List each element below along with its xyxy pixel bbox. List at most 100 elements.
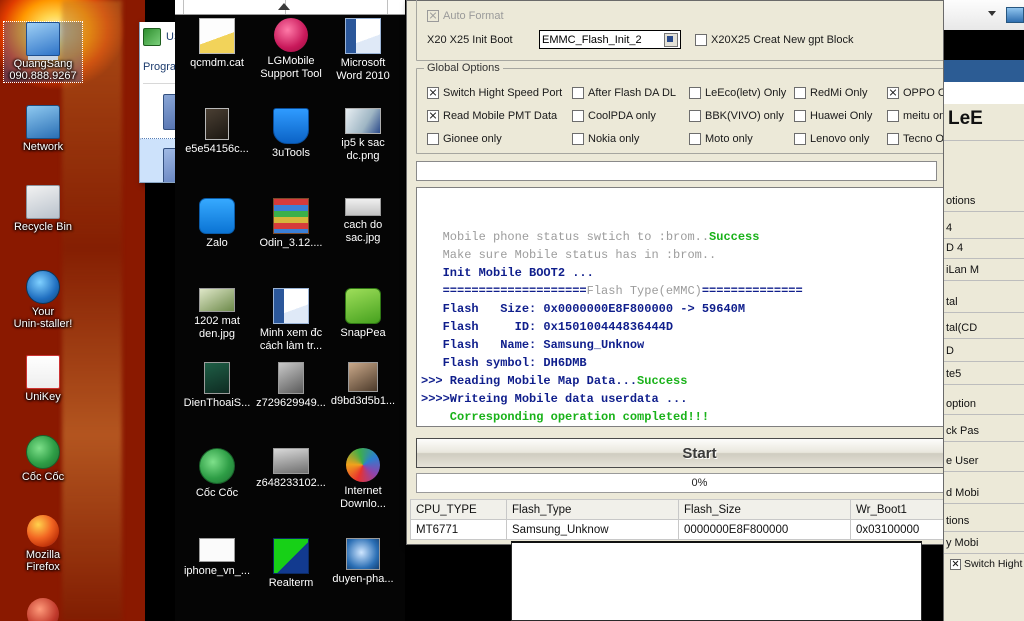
folder-icon-idm-icon[interactable]: Internet Downlo... [327,448,399,510]
global-option-label: CoolPDA only [588,110,656,122]
checkbox-box [794,87,806,99]
right-window-fragment: e User [946,455,979,467]
global-option-checkbox[interactable]: BBK(VIVO) only [689,110,784,122]
desktop-icon-recycle-bin-icon[interactable]: Recycle Bin [4,185,82,233]
table-column-header[interactable]: Flash_Type [506,499,679,520]
right-divider [944,471,1024,472]
folder-icon-teamviewer-icon[interactable]: TeamViewer 12 [401,538,405,602]
folder-icon-image-thumb-street-icon[interactable]: z648233102... [255,448,327,490]
folder-icon-winrar-archive-icon[interactable]: Odin_3.12.... [255,198,327,250]
global-option-label: Moto only [705,133,753,145]
folder-icon-label: iphone_vn_... [183,565,251,577]
global-option-checkbox[interactable]: CoolPDA only [572,110,656,122]
folder-icon-image-thumb-green-icon[interactable]: 1202 mat den.jpg [181,288,253,340]
desktop-icon-coccoc-icon[interactable]: Cốc Cốc [4,435,82,483]
folder-icon-catalog-file-icon[interactable]: qcmdm.cat [181,18,253,70]
desktop-icon-uninstaller-icon[interactable]: Your Unin-staller! [4,270,82,330]
switch-hight-label: Switch Hight [964,558,1023,570]
folder-icon-label: z648233102... [256,477,326,489]
uninstaller-icon [26,270,60,304]
toolbar-blue-icon[interactable] [1006,7,1024,23]
folder-icon-snappea-icon[interactable]: SnapPea [327,288,399,340]
lg-icon [274,18,308,52]
checkbox-box [689,87,701,99]
folder-icon-image-thumb-white-icon[interactable]: iphone_vn_... [181,538,253,578]
global-option-checkbox[interactable]: Switch Hight Speed Port [427,87,562,99]
global-option-label: Gionee only [443,133,502,145]
folder-icon-label: Realterm [268,577,314,589]
right-window-title: LeE [948,108,983,129]
init-boot-field[interactable]: EMMC_Flash_Init_2 [539,30,681,49]
desktop-icon-firefox-icon[interactable]: Mozilla Firefox [4,515,82,573]
folder-icon-word-doc-icon[interactable]: Minh xem đc cách làm tr... [255,288,327,352]
folder-icon-zalo-icon[interactable]: Zalo [181,198,253,250]
global-option-checkbox[interactable]: Lenovo only [794,133,869,145]
log-console[interactable]: Mobile phone status swtich to :brom..Suc… [416,187,983,427]
table-column-header[interactable]: CPU_TYPE [410,499,507,520]
image-thumb-green-icon [199,288,235,312]
folder-icon-image-thumb-globe-icon[interactable]: duyen-pha... [327,538,399,586]
panel-scroll-up-arrow[interactable] [278,3,290,10]
folder-icon-realterm-icon[interactable]: Realterm [255,538,327,590]
laptop-icon [26,22,60,56]
folder-icon-label: Zalo [206,237,228,249]
progress-bar: 0% [416,473,983,493]
desktop-icon-unikey-icon[interactable]: UniKey [4,355,82,403]
snappea-icon [345,288,381,324]
folder-icon-label: 3uTools [272,147,310,159]
right-black-band [944,30,1024,60]
folder-icon-image-thumb-bw-icon[interactable]: z729629949... [255,362,327,410]
global-option-label: Lenovo only [810,133,870,145]
auto-format-checkbox[interactable]: Auto Format [427,10,504,22]
folder-icon-image-thumb-teal-icon[interactable]: DienThoaiS... [181,362,253,410]
folder-icon-image-thumb-crowd-icon[interactable]: d9bd3d5b1... [327,362,399,408]
init-boot-label: X20 X25 Init Boot [427,34,513,46]
desktop-folder-panel: qcmdm.cat LGMobile Support Tool Microsoft … [175,0,405,621]
folder-icon-3utools-icon[interactable]: 3uTools [255,108,327,160]
folder-icon-lg-icon[interactable]: LGMobile Support Tool [255,18,327,80]
desktop-icon-laptop-icon[interactable]: QuangSang 090.888.9267 [3,21,83,83]
table-column-header[interactable]: Flash_Size [678,499,851,520]
global-option-checkbox[interactable]: Read Mobile PMT Data [427,110,557,122]
table-row[interactable]: MT6771 Samsung_Unknow 0000000E8F800000 0x03… [410,519,995,540]
global-option-checkbox[interactable]: Moto only [689,133,753,145]
global-option-checkbox[interactable]: After Flash DA DL [572,87,676,99]
idm-icon [346,448,380,482]
right-white-band [944,82,1024,104]
folder-icon-label: duyen-pha... [332,573,394,585]
global-option-checkbox[interactable]: Gionee only [427,133,502,145]
global-option-checkbox[interactable]: Nokia only [572,133,639,145]
desktop-wallpaper: QuangSang 090.888.9267 Network Recycle Bin… [0,0,145,621]
zalo-icon [199,198,235,234]
folder-icon-label: cach do sac.jpg [343,219,383,244]
chevron-down-icon[interactable] [988,11,996,16]
global-option-checkbox[interactable]: Huawei Only [794,110,872,122]
right-divider [944,312,1024,313]
folder-icon-image-thumb-png-icon[interactable]: ip5 k sac dc.png [327,108,399,162]
image-thumb-globe-icon [346,538,380,570]
folder-icon-image-thumb-grey-icon[interactable]: cach do sac.jpg [327,198,399,244]
right-window-toolbar[interactable] [944,0,1024,31]
gpt-block-checkbox[interactable]: X20X25 Creat New gpt Block [695,34,853,46]
folder-icon-label: d9bd3d5b1... [330,395,396,407]
folder-icon-label: Microsoft Word 2010 [336,57,390,82]
desktop-icon-ccleaner-icon[interactable] [4,598,82,621]
folder-icon-word-icon[interactable]: Microsoft Word 2010 [327,18,399,82]
global-option-checkbox[interactable]: RedMi Only [794,87,867,99]
global-option-label: LeEco(letv) Only [705,87,787,99]
init-boot-dropdown-icon[interactable] [664,32,678,47]
right-divider [944,531,1024,532]
right-window-fragment: tal [946,296,958,308]
folder-icon-label: qcmdm.cat [190,57,244,69]
checkbox-box [794,110,806,122]
switch-hight-checkbox[interactable]: Switch Hight [950,558,1022,570]
folder-icon-coccoc-icon[interactable]: Cốc Cốc [181,448,253,500]
path-input[interactable] [416,161,937,181]
right-window-fragment: tions [946,515,970,527]
table-cell: Samsung_Unknow [506,519,679,540]
log-line: Flash Size: 0x0000000E8F800000 -> 59640M [421,300,982,318]
desktop-icon-network-icon[interactable]: Network [4,105,82,153]
start-button[interactable]: Start [416,438,983,468]
folder-icon-image-thumb-dark-icon[interactable]: e5e54156c... [181,108,253,156]
global-option-checkbox[interactable]: LeEco(letv) Only [689,87,786,99]
